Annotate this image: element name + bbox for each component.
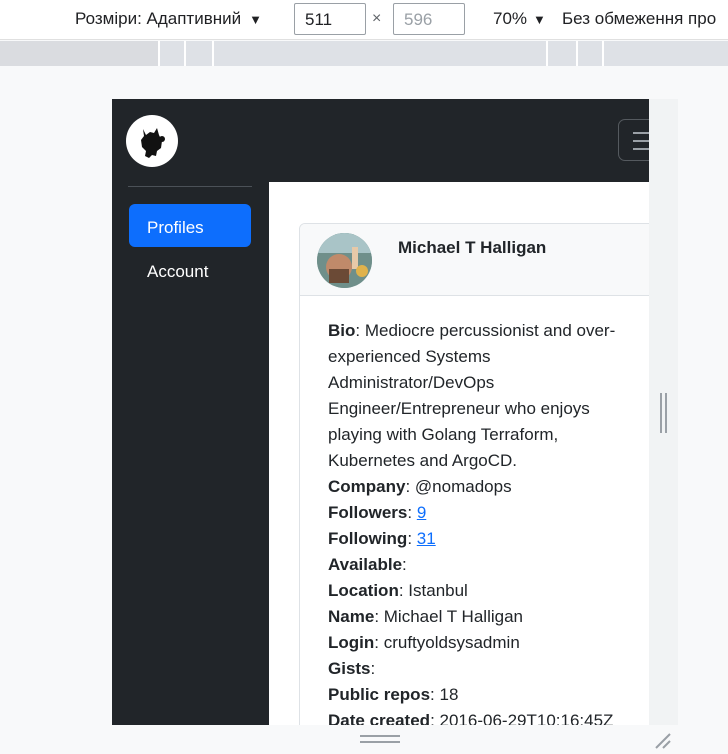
profile-field-row: Company: @nomadops [328,477,512,496]
profile-field-row: Date created: 2016-06-29T10:16:45Z [328,708,628,725]
main-content: Michael T Halligan Bio: Mediocre percuss… [269,182,649,725]
grip-line [660,393,662,433]
dimensions-dropdown[interactable]: Розміри: Адаптивний ▼ [75,9,262,29]
zoom-label: 70% [493,9,528,28]
media-query-bar [0,41,728,66]
dimensions-label: Розміри: Адаптивний [75,9,242,28]
height-input[interactable]: 596 [393,3,465,35]
field-value: cruftyoldsysadmin [383,633,520,652]
field-value: Mediocre percussionist and over-experien… [328,321,616,470]
media-query-segment[interactable] [0,41,158,66]
hamburger-icon-line [633,148,649,150]
media-query-segment[interactable] [602,41,728,66]
chevron-down-icon: ▼ [533,12,546,27]
media-query-segment[interactable] [576,41,602,66]
media-query-segment[interactable] [546,41,576,66]
field-label: Company [328,477,406,496]
sidebar-item-account[interactable]: Account [129,248,251,291]
hamburger-icon-line [633,140,649,142]
profile-field-row: Followers: 9 [328,503,427,522]
field-value: 18 [439,685,459,704]
device-viewport: Profiles Account Michael T Halligan Bio:… [112,99,649,725]
field-value: Istanbul [408,581,468,600]
vertical-resize-handle[interactable] [660,393,668,433]
profile-card-body: Bio: Mediocre percussionist and over-exp… [328,318,628,725]
profile-field-row: Login: cruftyoldsysadmin [328,633,520,652]
field-label: Available [328,555,403,574]
logo-icon[interactable] [126,115,178,167]
field-label: Date created [328,711,431,725]
hamburger-icon [633,132,649,134]
chevron-down-icon: ▼ [249,12,262,27]
profile-card-header: Michael T Halligan [300,224,649,296]
profile-name-heading: Michael T Halligan [398,238,547,257]
resize-corner-icon[interactable] [652,730,672,750]
field-label: Followers [328,503,408,522]
profile-field-row: Gists: [328,659,376,678]
sidebar-item-profiles[interactable]: Profiles [129,204,251,247]
menu-toggle-button[interactable] [618,119,649,161]
field-link[interactable]: 31 [417,529,436,548]
sidebar: Profiles Account [112,182,269,725]
field-label: Login [328,633,375,652]
width-input[interactable]: 511 [294,3,366,35]
top-navbar [112,99,649,182]
field-label: Name [328,607,375,626]
field-label: Location [328,581,399,600]
media-query-segment[interactable] [158,41,184,66]
devtools-toolbar: Розміри: Адаптивний ▼ 511 × 596 70% ▼ Без … [0,0,728,40]
profile-card: Michael T Halligan Bio: Mediocre percuss… [299,223,649,725]
field-value: Michael T Halligan [383,607,523,626]
field-value: 2016-06-29T10:16:45Z [439,711,614,725]
field-label: Gists [328,659,371,678]
profile-bio: Bio: Mediocre percussionist and over-exp… [328,321,616,470]
sidebar-item-label: Profiles [147,218,204,237]
sidebar-item-label: Account [147,262,209,281]
profile-field-row: Following: 31 [328,529,436,548]
grip-line [360,735,400,737]
zoom-dropdown[interactable]: 70% ▼ [493,9,546,29]
profile-field-row: Name: Michael T Halligan [328,607,523,626]
profile-field-row: Available: [328,555,407,574]
profile-fields: Company: @nomadops Followers: 9 Following:… [328,474,628,725]
field-label: Public repos [328,685,431,704]
profile-field-row: Public repos: 18 [328,685,459,704]
field-link[interactable]: 9 [417,503,426,522]
throttle-dropdown[interactable]: Без обмеження про [562,9,716,29]
profile-field-row: Location: Istanbul [328,581,468,600]
media-query-segment[interactable] [184,41,212,66]
field-label: Bio [328,321,356,340]
sidebar-divider [128,186,252,187]
horizontal-resize-handle[interactable] [360,735,400,747]
media-query-segment[interactable] [212,41,546,66]
field-value: @nomadops [414,477,512,496]
times-icon: × [372,10,382,27]
avatar [317,233,372,288]
grip-line [665,393,667,433]
grip-line [360,741,400,743]
field-label: Following [328,529,408,548]
